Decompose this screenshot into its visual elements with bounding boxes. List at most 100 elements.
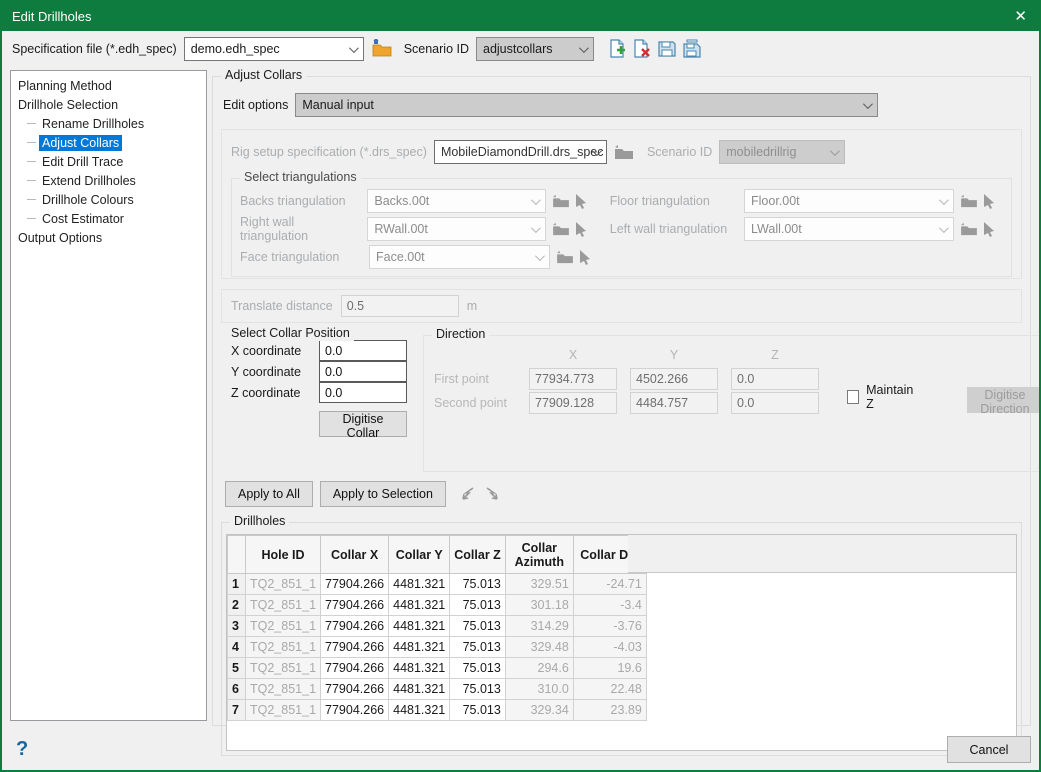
x-coordinate-label: X coordinate (231, 344, 313, 358)
delete-scenario-icon[interactable] (632, 39, 652, 59)
apply-to-selection-button[interactable]: Apply to Selection (320, 481, 446, 507)
collar-z-cell[interactable]: 75.013 (450, 658, 506, 679)
tree-branch-line (27, 199, 36, 200)
collar-y-cell[interactable]: 4481.321 (389, 595, 450, 616)
table-row: 2TQ2_851_177904.2664481.32175.013301.18-… (228, 595, 647, 616)
col-collar-z[interactable]: Collar Z (450, 536, 506, 574)
hole-id-cell[interactable]: TQ2_851_1 (246, 637, 321, 658)
save-icon[interactable] (657, 39, 677, 59)
collar-azimuth-cell: 294.6 (505, 658, 573, 679)
sidebar-item[interactable]: Output Options (15, 228, 202, 247)
rig-scenario-label: Scenario ID (647, 145, 712, 159)
chevron-down-icon[interactable] (349, 43, 359, 53)
sidebar-item[interactable]: Extend Drillholes (15, 171, 202, 190)
chevron-down-icon[interactable] (579, 43, 589, 53)
collar-x-cell[interactable]: 77904.266 (321, 700, 389, 721)
apply-to-all-button[interactable]: Apply to All (225, 481, 313, 507)
sidebar-item[interactable]: Adjust Collars (15, 133, 202, 152)
flash-left-icon (461, 487, 476, 501)
chevron-down-icon[interactable] (863, 99, 873, 109)
scenario-id-combo[interactable]: adjustcollars (476, 37, 594, 61)
collar-y-cell[interactable]: 4481.321 (389, 658, 450, 679)
y-coordinate-input[interactable] (319, 361, 407, 382)
hole-id-cell[interactable]: TQ2_851_1 (246, 616, 321, 637)
collar-x-cell[interactable]: 77904.266 (321, 574, 389, 595)
spec-file-label: Specification file (*.edh_spec) (12, 42, 177, 56)
collar-azimuth-cell: 314.29 (505, 616, 573, 637)
collar-z-cell[interactable]: 75.013 (450, 616, 506, 637)
scenario-id-label: Scenario ID (404, 42, 469, 56)
table-row: 4TQ2_851_177904.2664481.32175.013329.48-… (228, 637, 647, 658)
collar-y-cell[interactable]: 4481.321 (389, 616, 450, 637)
collar-y-cell[interactable]: 4481.321 (389, 679, 450, 700)
col-hole-id[interactable]: Hole ID (246, 536, 321, 574)
col-rownum[interactable] (228, 536, 246, 574)
row-number-cell: 1 (228, 574, 246, 595)
collar-z-cell[interactable]: 75.013 (450, 700, 506, 721)
hole-id-cell[interactable]: TQ2_851_1 (246, 700, 321, 721)
right-wall-combo: RWall.00t (367, 217, 546, 241)
face-value: Face.00t (376, 250, 425, 264)
collar-x-cell[interactable]: 77904.266 (321, 637, 389, 658)
edit-options-combo[interactable]: Manual input (295, 93, 878, 117)
collar-x-cell[interactable]: 77904.266 (321, 658, 389, 679)
window-title: Edit Drillholes (12, 9, 91, 24)
collar-y-cell[interactable]: 4481.321 (389, 574, 450, 595)
hole-id-cell[interactable]: TQ2_851_1 (246, 595, 321, 616)
col-collar-x[interactable]: Collar X (321, 536, 389, 574)
maintain-z-checkbox[interactable] (847, 390, 859, 404)
collar-y-cell[interactable]: 4481.321 (389, 637, 450, 658)
adjust-collars-panel: Adjust Collars Edit options Manual input… (212, 76, 1031, 726)
hole-id-cell[interactable]: TQ2_851_1 (246, 658, 321, 679)
collar-z-cell[interactable]: 75.013 (450, 595, 506, 616)
sidebar-item[interactable]: Planning Method (15, 76, 202, 95)
help-icon[interactable]: ? (16, 738, 28, 761)
header-filler (628, 535, 1016, 573)
sidebar-item[interactable]: Rename Drillholes (15, 114, 202, 133)
collar-x-cell[interactable]: 77904.266 (321, 616, 389, 637)
collar-z-cell[interactable]: 75.013 (450, 637, 506, 658)
collar-x-cell[interactable]: 77904.266 (321, 679, 389, 700)
left-wall-value: LWall.00t (751, 222, 802, 236)
chevron-down-icon (830, 146, 840, 156)
pick-cursor-icon (983, 194, 996, 209)
chevron-down-icon (531, 223, 541, 233)
chevron-down-icon (531, 195, 541, 205)
z-coordinate-input[interactable] (319, 382, 407, 403)
folder-icon (552, 194, 570, 208)
rig-spec-combo[interactable]: MobileDiamondDrill.drs_spec (434, 140, 607, 164)
rig-triangulation-box: Rig setup specification (*.drs_spec) Mob… (221, 129, 1022, 279)
sidebar-item[interactable]: Edit Drill Trace (15, 152, 202, 171)
digitise-collar-button[interactable]: Digitise Collar (319, 411, 407, 437)
row-number-cell: 5 (228, 658, 246, 679)
collar-x-cell[interactable]: 77904.266 (321, 595, 389, 616)
collar-y-cell[interactable]: 4481.321 (389, 700, 450, 721)
sidebar-item[interactable]: Cost Estimator (15, 209, 202, 228)
col-collar-y[interactable]: Collar Y (389, 536, 450, 574)
save-as-icon[interactable] (682, 39, 702, 59)
tree-branch-line (27, 142, 36, 143)
first-point-z-input (731, 368, 819, 390)
open-folder-icon[interactable] (371, 39, 393, 58)
folder-icon (960, 222, 978, 236)
row-number-cell: 6 (228, 679, 246, 700)
sidebar-item-label: Output Options (15, 230, 105, 246)
hole-id-cell[interactable]: TQ2_851_1 (246, 574, 321, 595)
close-icon[interactable]: ✕ (1014, 9, 1027, 24)
titlebar: Edit Drillholes ✕ (2, 2, 1039, 31)
collar-azimuth-cell: 310.0 (505, 679, 573, 700)
col-collar-azimuth[interactable]: Collar Azimuth (505, 536, 573, 574)
tree-branch-line (27, 123, 36, 124)
sidebar-item-label: Cost Estimator (39, 211, 127, 227)
sidebar-item[interactable]: Drillhole Colours (15, 190, 202, 209)
cancel-button[interactable]: Cancel (947, 736, 1031, 763)
collar-z-cell[interactable]: 75.013 (450, 574, 506, 595)
x-coordinate-input[interactable] (319, 340, 407, 361)
new-scenario-icon[interactable] (607, 39, 627, 59)
spec-file-combo[interactable]: demo.edh_spec (184, 37, 364, 61)
collar-z-cell[interactable]: 75.013 (450, 679, 506, 700)
sidebar-item[interactable]: Drillhole Selection (15, 95, 202, 114)
sidebar-item-label: Rename Drillholes (39, 116, 147, 132)
hole-id-cell[interactable]: TQ2_851_1 (246, 679, 321, 700)
backs-combo: Backs.00t (367, 189, 546, 213)
